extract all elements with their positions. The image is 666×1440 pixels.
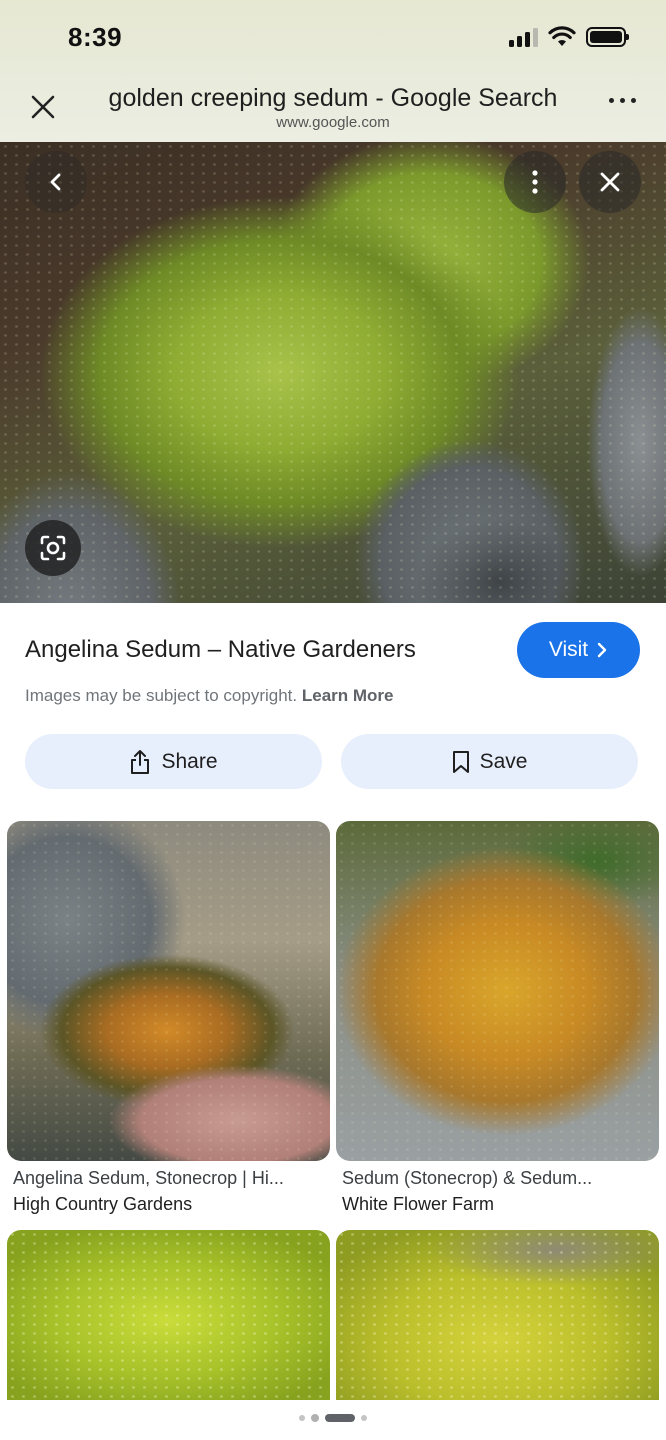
related-image-2[interactable]	[336, 821, 659, 1161]
battery-icon	[586, 27, 629, 47]
learn-more-link[interactable]: Learn More	[302, 686, 394, 705]
status-time: 8:39	[68, 22, 123, 52]
visit-button[interactable]: Visit	[517, 622, 640, 678]
page-dot	[299, 1415, 305, 1421]
page-indicator	[0, 1414, 666, 1422]
related-source-2: White Flower Farm	[342, 1194, 495, 1214]
related-title-1[interactable]: Angelina Sedum, Stonecrop | Hi...	[13, 1168, 284, 1189]
share-label: Share	[161, 749, 218, 773]
related-image-4[interactable]	[336, 1230, 659, 1400]
browser-header: 8:39 golden creeping sedum - Google Sear…	[0, 0, 666, 142]
lens-button[interactable]	[25, 520, 81, 576]
bookmark-icon	[452, 750, 469, 773]
lens-icon	[40, 535, 66, 561]
page-title: golden creeping sedum - Google Search	[108, 84, 558, 112]
chevron-right-icon	[597, 642, 607, 658]
page-url: www.google.com	[276, 114, 390, 131]
close-icon[interactable]	[28, 92, 58, 122]
image-options-button[interactable]	[504, 151, 566, 213]
back-chevron-icon	[50, 173, 61, 191]
related-title-2[interactable]: Sedum (Stonecrop) & Sedum...	[342, 1168, 592, 1189]
result-title[interactable]: Angelina Sedum – Native Gardeners	[25, 636, 416, 664]
cellular-signal-icon	[509, 27, 538, 47]
related-image-1[interactable]	[7, 821, 330, 1161]
page-dot	[361, 1415, 367, 1421]
page-dot	[311, 1414, 319, 1422]
main-image[interactable]	[0, 142, 666, 603]
vertical-more-icon	[532, 170, 538, 194]
save-button[interactable]: Save	[341, 734, 638, 789]
related-source-1: High Country Gardens	[13, 1194, 193, 1214]
more-icon[interactable]	[609, 98, 636, 103]
save-label: Save	[479, 749, 528, 773]
wifi-icon	[548, 26, 576, 46]
copyright-notice: Images may be subject to copyright. Lear…	[25, 686, 394, 706]
close-icon	[600, 172, 620, 192]
back-button[interactable]	[25, 151, 87, 213]
copyright-text: Images may be subject to copyright.	[25, 686, 298, 705]
page-dot-active	[325, 1414, 355, 1422]
visit-label: Visit	[548, 638, 589, 661]
close-image-button[interactable]	[579, 151, 641, 213]
share-icon	[131, 749, 150, 774]
share-button[interactable]: Share	[25, 734, 322, 789]
status-icons	[509, 26, 629, 48]
related-image-3[interactable]	[7, 1230, 330, 1400]
